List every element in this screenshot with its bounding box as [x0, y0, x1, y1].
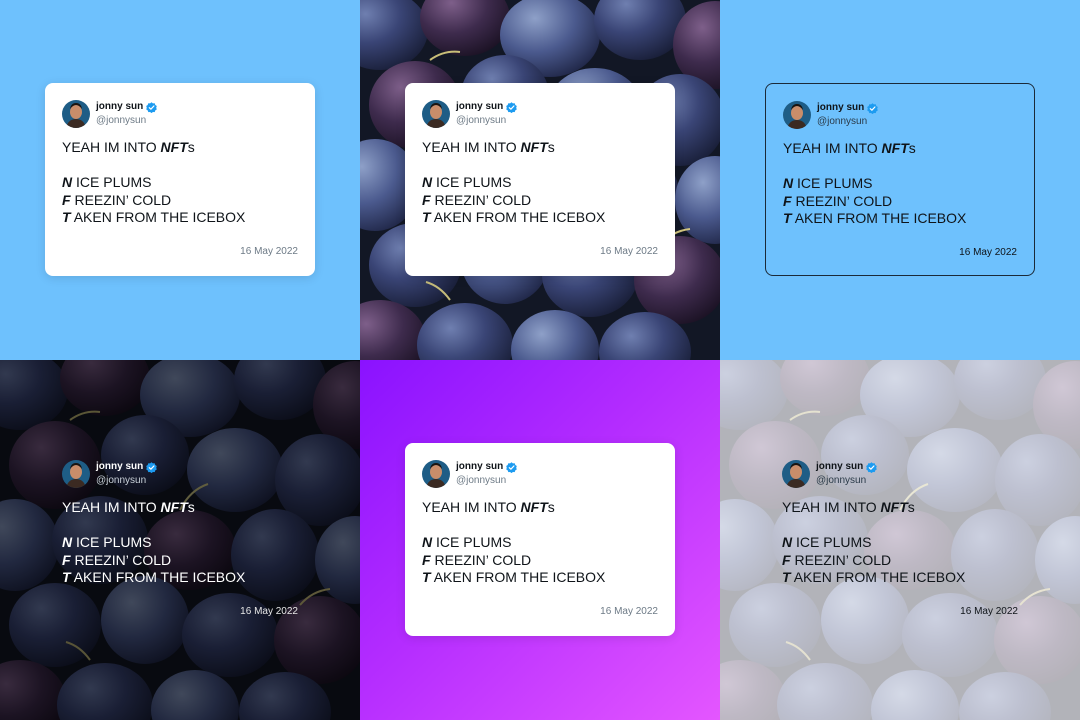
handle: @jonnysun: [456, 115, 507, 126]
variant-light-blue-outlined-card[interactable]: jonny sun @jonnysun YEAH IM INTO NFTs N …: [720, 0, 1080, 360]
handle: @jonnysun: [817, 116, 868, 127]
verified-badge-icon: [146, 461, 158, 473]
tweet-text: YEAH IM INTO NFTs N ICE PLUMS F REEZIN’ …: [62, 139, 246, 225]
tweet-card: jonny sun @jonnysun YEAH IM INTO NFTs N …: [405, 443, 675, 636]
avatar: [783, 101, 811, 129]
tweet-header: jonny sun @jonnysun: [422, 460, 518, 488]
tweet-text: YEAH IM INTO NFTs N ICE PLUMS F REEZIN’ …: [422, 499, 606, 585]
variant-plums-white-card[interactable]: jonny sun @jonnysun YEAH IM INTO NFTs N …: [360, 0, 720, 360]
variant-purple-gradient-white-card[interactable]: jonny sun @jonnysun YEAH IM INTO NFTs N …: [360, 360, 720, 720]
tweet-card: jonny sun @jonnysun YEAH IM INTO NFTs N …: [45, 443, 315, 636]
display-name: jonny sun: [96, 461, 144, 472]
avatar: [782, 460, 810, 488]
tweet-header: jonny sun @jonnysun: [62, 100, 158, 128]
tweet-header: jonny sun @jonnysun: [782, 460, 878, 488]
verified-badge-icon: [506, 461, 518, 473]
avatar: [422, 460, 450, 488]
tweet-date: 16 May 2022: [240, 606, 298, 617]
verified-badge-icon: [866, 461, 878, 473]
tweet-text: YEAH IM INTO NFTs N ICE PLUMS F REEZIN’ …: [782, 499, 966, 585]
tweet-header: jonny sun @jonnysun: [422, 100, 518, 128]
tweet-date: 16 May 2022: [600, 606, 658, 617]
tweet-date: 16 May 2022: [240, 246, 298, 257]
avatar: [62, 100, 90, 128]
tweet-text: YEAH IM INTO NFTs N ICE PLUMS F REEZIN’ …: [783, 140, 967, 226]
tweet-header: jonny sun @jonnysun: [783, 101, 879, 129]
handle: @jonnysun: [456, 475, 507, 486]
display-name: jonny sun: [456, 461, 504, 472]
handle: @jonnysun: [96, 115, 147, 126]
tweet-card: jonny sun @jonnysun YEAH IM INTO NFTs N …: [405, 83, 675, 276]
tweet-text: YEAH IM INTO NFTs N ICE PLUMS F REEZIN’ …: [422, 139, 606, 225]
avatar: [62, 460, 90, 488]
display-name: jonny sun: [456, 101, 504, 112]
display-name: jonny sun: [816, 461, 864, 472]
verified-badge-icon: [867, 102, 879, 114]
verified-badge-icon: [146, 101, 158, 113]
tweet-card: jonny sun @jonnysun YEAH IM INTO NFTs N …: [765, 83, 1035, 276]
tweet-card: jonny sun @jonnysun YEAH IM INTO NFTs N …: [45, 83, 315, 276]
tweet-date: 16 May 2022: [959, 247, 1017, 258]
display-name: jonny sun: [817, 102, 865, 113]
display-name: jonny sun: [96, 101, 144, 112]
tweet-style-gallery: jonny sun @jonnysun YEAH IM INTO NFTs N …: [0, 0, 1080, 720]
tweet-text: YEAH IM INTO NFTs N ICE PLUMS F REEZIN’ …: [62, 499, 246, 585]
tweet-header: jonny sun @jonnysun: [62, 460, 158, 488]
handle: @jonnysun: [96, 475, 147, 486]
handle: @jonnysun: [816, 475, 867, 486]
verified-badge-icon: [506, 101, 518, 113]
tweet-card: jonny sun @jonnysun YEAH IM INTO NFTs N …: [765, 443, 1035, 636]
variant-light-blue-white-card[interactable]: jonny sun @jonnysun YEAH IM INTO NFTs N …: [0, 0, 360, 360]
variant-dark-plums-transparent-card[interactable]: jonny sun @jonnysun YEAH IM INTO NFTs N …: [0, 360, 360, 720]
tweet-date: 16 May 2022: [960, 606, 1018, 617]
tweet-date: 16 May 2022: [600, 246, 658, 257]
variant-faded-plums-transparent-card[interactable]: jonny sun @jonnysun YEAH IM INTO NFTs N …: [720, 360, 1080, 720]
avatar: [422, 100, 450, 128]
